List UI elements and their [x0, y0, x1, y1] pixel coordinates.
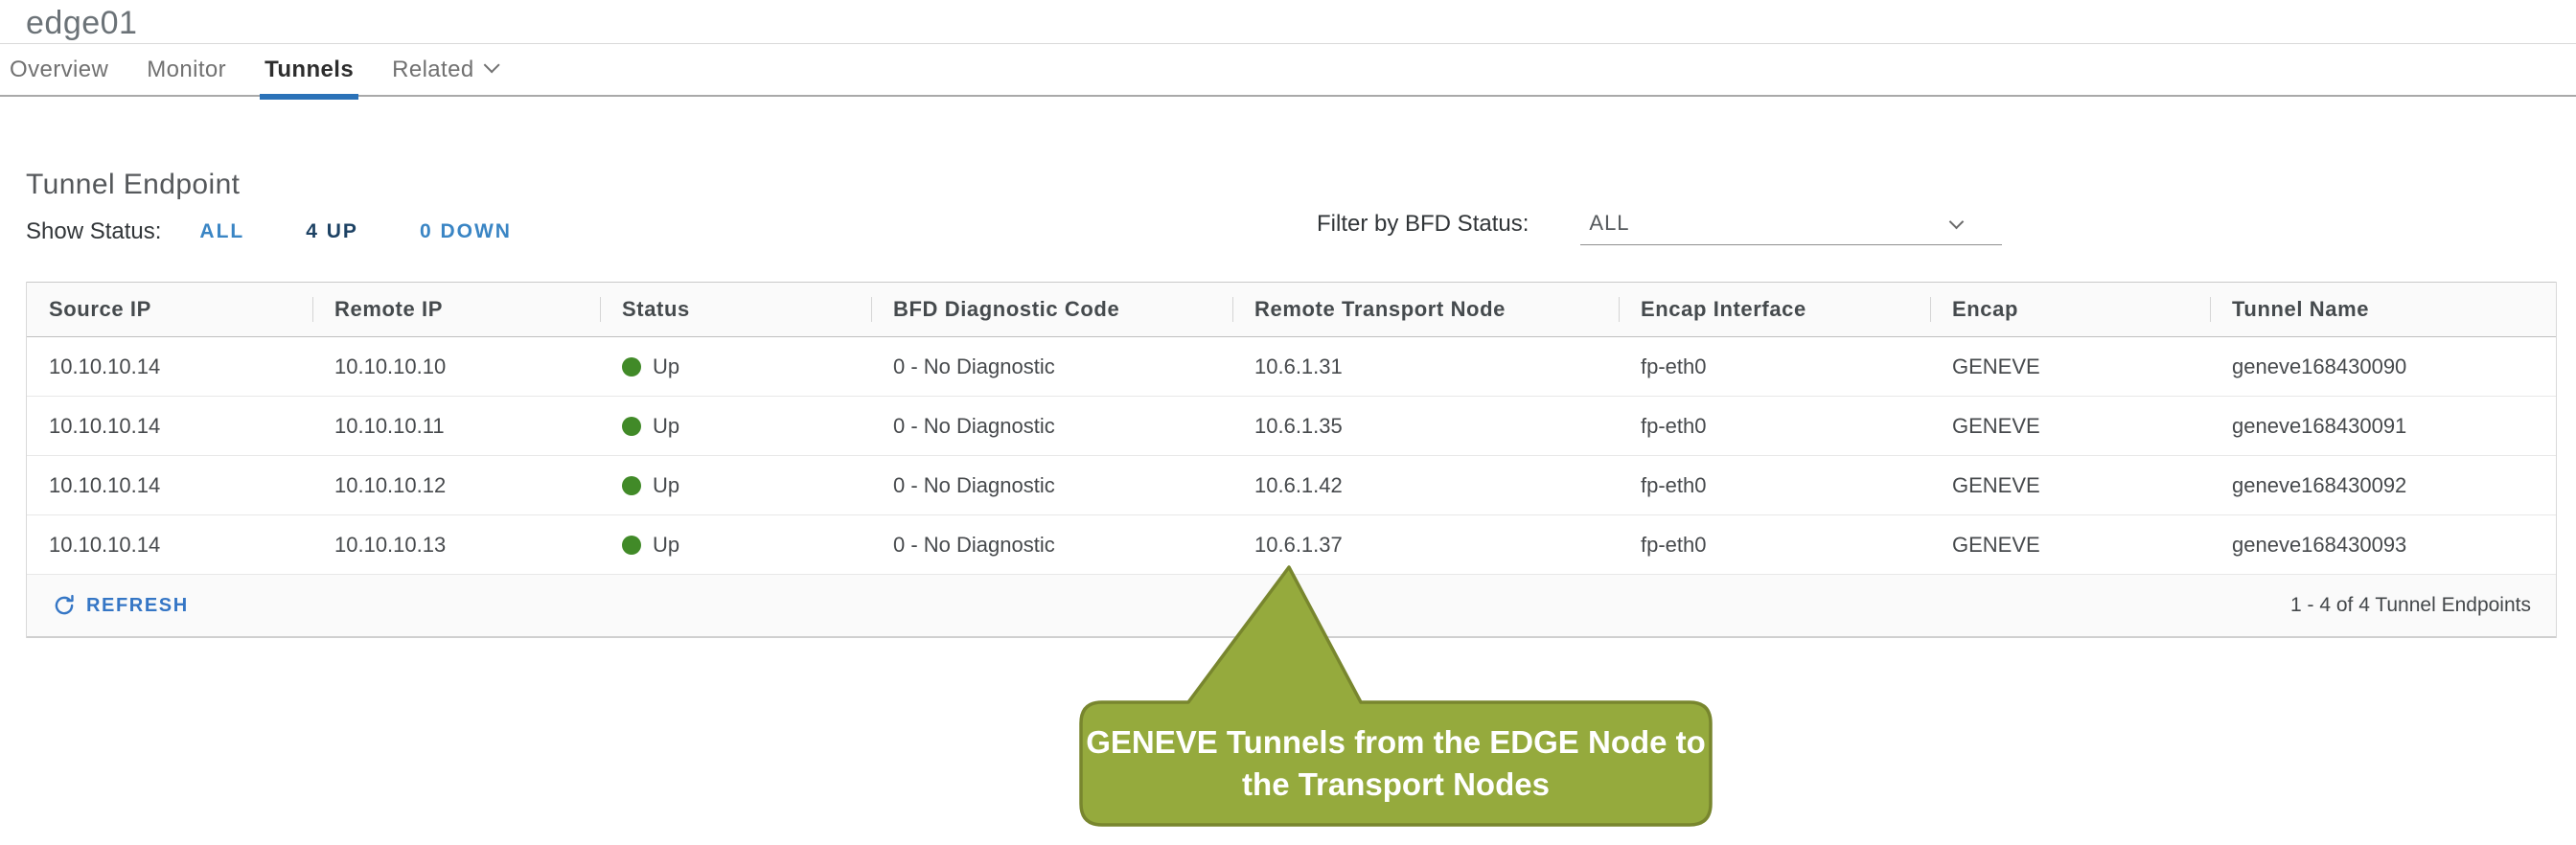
bfd-filter-group: Filter by BFD Status: ALL [1317, 211, 2002, 245]
callout-line2: the Transport Nodes [1242, 764, 1550, 806]
tab-bar: Overview Monitor Tunnels Related [0, 44, 2576, 97]
table-footer: REFRESH 1 - 4 of 4 Tunnel Endpoints [27, 575, 2556, 638]
refresh-label: REFRESH [86, 595, 189, 617]
tab-monitor[interactable]: Monitor [147, 43, 226, 96]
col-header-bfd: BFD Diagnostic Code [871, 297, 1232, 322]
show-status-label: Show Status: [26, 218, 161, 245]
tab-tunnels[interactable]: Tunnels [264, 43, 354, 96]
pagination-summary: 1 - 4 of 4 Tunnel Endpoints [2290, 594, 2531, 617]
col-header-remote-transport-node: Remote Transport Node [1232, 297, 1619, 322]
chevron-down-icon [1949, 214, 1965, 229]
table-row: 10.10.10.14 10.10.10.13 Up 0 - No Diagno… [27, 515, 2556, 575]
section-heading: Tunnel Endpoint [26, 169, 240, 201]
status-up-dot [622, 536, 641, 555]
show-status-group: Show Status: ALL 4 UP 0 DOWN [26, 218, 512, 245]
table-row: 10.10.10.14 10.10.10.12 Up 0 - No Diagno… [27, 456, 2556, 515]
show-status-up-link[interactable]: 4 UP [306, 220, 358, 243]
status-up-dot [622, 476, 641, 495]
refresh-icon [52, 593, 77, 618]
show-status-all-link[interactable]: ALL [199, 220, 244, 243]
status-up-dot [622, 357, 641, 377]
page-root: { "page": { "title": "edge01" }, "tabs":… [0, 0, 2576, 845]
bfd-filter-label: Filter by BFD Status: [1317, 211, 1529, 245]
bfd-select-value: ALL [1589, 211, 1629, 236]
col-header-status: Status [600, 297, 871, 322]
callout-line1: GENEVE Tunnels from the EDGE Node to [1086, 721, 1706, 764]
table-row: 10.10.10.14 10.10.10.10 Up 0 - No Diagno… [27, 337, 2556, 397]
table-row: 10.10.10.14 10.10.10.11 Up 0 - No Diagno… [27, 397, 2556, 456]
bfd-status-select[interactable]: ALL [1580, 211, 2002, 245]
col-header-encap: Encap [1930, 297, 2210, 322]
tab-overview[interactable]: Overview [10, 43, 108, 96]
col-header-encap-interface: Encap Interface [1619, 297, 1930, 322]
col-header-remote-ip: Remote IP [312, 297, 600, 322]
tab-related[interactable]: Related [392, 43, 495, 96]
chevron-down-icon [483, 57, 499, 73]
col-header-tunnel-name: Tunnel Name [2210, 297, 2556, 322]
table-header-row: Source IP Remote IP Status BFD Diagnosti… [27, 282, 2556, 337]
refresh-button[interactable]: REFRESH [52, 593, 189, 618]
page-title: edge01 [26, 5, 137, 42]
tunnel-endpoint-table: Source IP Remote IP Status BFD Diagnosti… [26, 282, 2557, 638]
callout-text: GENEVE Tunnels from the EDGE Node to the… [1081, 702, 1711, 825]
show-status-down-link[interactable]: 0 DOWN [420, 220, 512, 243]
status-up-dot [622, 417, 641, 436]
col-header-source-ip: Source IP [27, 297, 312, 322]
